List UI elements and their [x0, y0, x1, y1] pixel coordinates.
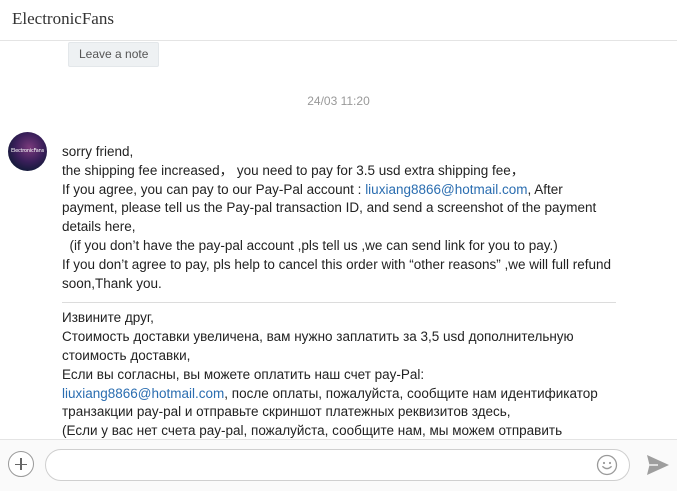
message-line: If you agree, you can pay to our Pay-Pal… — [62, 181, 622, 237]
message-timestamp: 24/03 11:20 — [307, 94, 370, 108]
language-divider — [62, 302, 616, 304]
avatar[interactable]: ElectronicFans — [8, 132, 47, 171]
plus-icon[interactable] — [8, 451, 34, 477]
message-list[interactable]: Leave a note 24/03 11:20 ElectronicFans … — [0, 41, 677, 439]
message-line: If you don’t agree to pay, pls help to c… — [62, 256, 615, 291]
message-composer — [0, 439, 677, 491]
message-line: (if you don’t have the pay-pal account ,… — [62, 237, 558, 253]
email-link[interactable]: liuxiang8866@hotmail.com — [365, 182, 527, 197]
message-line: Извините друг, — [62, 310, 154, 326]
emoji-icon[interactable] — [596, 454, 618, 476]
store-title: ElectronicFans — [12, 9, 114, 28]
message-line: sorry friend, — [62, 144, 134, 159]
message-line: Стоимость доставки увеличена, вам нужно … — [62, 329, 578, 363]
chat-header: ElectronicFans — [0, 0, 677, 41]
message-line: the shipping fee increased， you need to … — [62, 162, 525, 178]
avatar-label: ElectronicFans — [10, 148, 45, 154]
send-icon[interactable] — [646, 454, 670, 476]
message-line: liuxiang8866@hotmail.com, после оплаты, … — [62, 385, 622, 423]
message-input[interactable] — [60, 455, 580, 475]
message-line: (Если у вас нет счета pay-pal, пожалуйст… — [62, 423, 563, 439]
message-text: If you agree, you can pay to our Pay-Pal… — [62, 181, 366, 197]
leave-note-button[interactable]: Leave a note — [68, 42, 160, 67]
message-line: Если вы согласны, вы можете оплатить наш… — [62, 366, 425, 382]
message-bubble: sorry friend, the shipping fee increased… — [62, 143, 622, 439]
message-input-box[interactable] — [45, 449, 630, 481]
email-link[interactable]: liuxiang8866@hotmail.com — [62, 386, 224, 401]
